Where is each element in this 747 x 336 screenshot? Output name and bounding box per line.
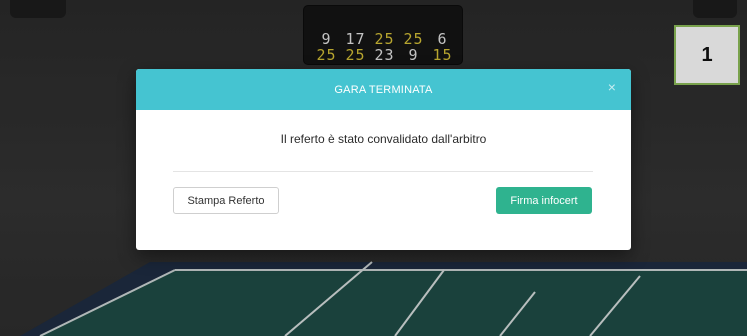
modal-message: Il referto è stato convalidato dall'arbi… (280, 132, 487, 146)
print-report-button[interactable]: Stampa Referto (173, 187, 279, 214)
match-ended-modal: GARA TERMINATA × Il referto è stato conv… (136, 69, 631, 250)
sign-infocert-button[interactable]: Firma infocert (496, 187, 592, 214)
close-icon[interactable]: × (605, 80, 619, 94)
modal-divider (173, 171, 593, 172)
modal-title: GARA TERMINATA (334, 83, 433, 96)
modal-header: GARA TERMINATA × (136, 69, 631, 110)
